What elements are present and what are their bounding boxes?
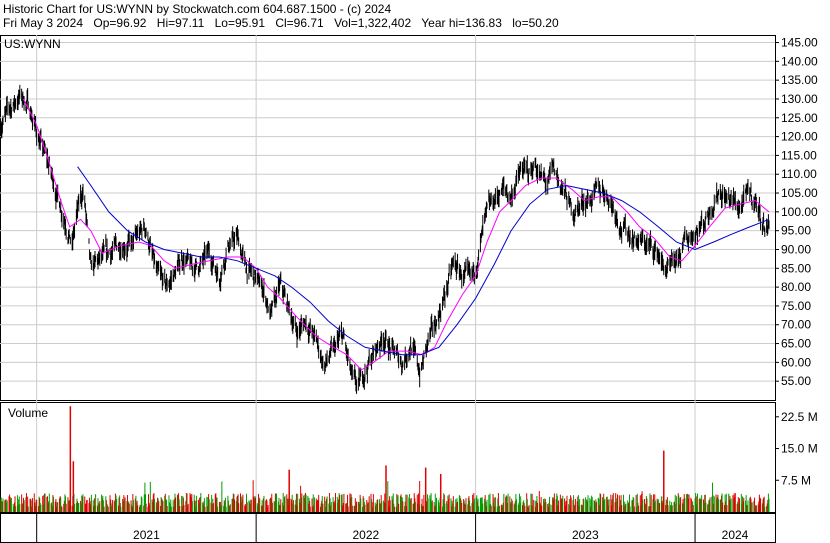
y-tick-label: 135.00 <box>781 73 818 87</box>
y-tick-label: 90.00 <box>781 242 811 256</box>
y-tick-label: 105.00 <box>781 186 818 200</box>
y-tick-label: 115.00 <box>781 148 817 162</box>
y-tick-label: 100.00 <box>781 205 818 219</box>
y-tick-label: 140.00 <box>781 54 818 68</box>
y-tick-label: 120.00 <box>781 130 818 144</box>
y-tick-label: 80.00 <box>781 280 811 294</box>
stock-chart: 2021 2022 2023 2024 145.00 140.00 135.00 130.00… <box>0 35 818 543</box>
x-tick-label: 2022 <box>353 528 380 542</box>
y-tick-label: 55.00 <box>781 374 811 388</box>
volume-tick-label: 15.0 M <box>781 442 818 456</box>
x-tick-label: 2021 <box>133 528 160 542</box>
y-tick-label: 145.00 <box>781 36 818 50</box>
volume-tick-label: 22.5 M <box>781 410 818 424</box>
symbol-label: US:WYNN <box>4 37 61 51</box>
x-tick-label: 2023 <box>572 528 599 542</box>
x-tick-label: 2024 <box>722 528 749 542</box>
y-tick-label: 70.00 <box>781 318 811 332</box>
volume-tick-label: 7.5 M <box>781 473 811 487</box>
y-tick-label: 130.00 <box>781 92 818 106</box>
y-tick-label: 60.00 <box>781 355 811 369</box>
y-tick-label: 125.00 <box>781 111 818 125</box>
volume-title: Volume <box>8 406 48 420</box>
y-tick-label: 65.00 <box>781 337 811 351</box>
y-tick-label: 95.00 <box>781 224 811 238</box>
y-tick-label: 85.00 <box>781 261 811 275</box>
y-tick-label: 110.00 <box>781 167 817 181</box>
y-tick-label: 75.00 <box>781 299 811 313</box>
date-axis-panel <box>0 513 776 543</box>
